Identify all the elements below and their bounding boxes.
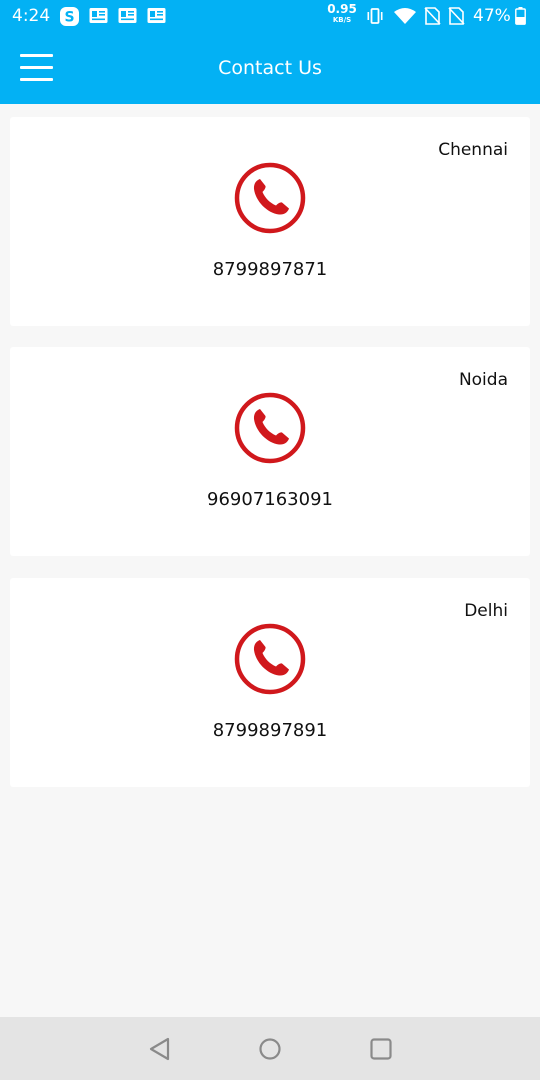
phone-call-icon[interactable] (234, 623, 306, 695)
contact-card-chennai: Chennai 8799897871 (10, 117, 530, 326)
contact-phone-number[interactable]: 8799897871 (10, 258, 530, 282)
home-icon[interactable] (256, 1035, 284, 1063)
battery-icon (515, 7, 526, 29)
skype-icon: S (60, 7, 79, 30)
contact-city: Delhi (464, 601, 508, 621)
contact-card-noida: Noida 96907163091 (10, 347, 530, 556)
navigation-bar (0, 1017, 540, 1080)
phone-call-icon[interactable] (234, 162, 306, 234)
no-sim-icon (448, 7, 465, 29)
wifi-icon (393, 7, 417, 29)
vibrate-icon (366, 7, 384, 29)
phone-call-icon[interactable] (234, 392, 306, 464)
svg-text:S: S (64, 10, 74, 26)
contact-city: Noida (458, 370, 508, 390)
app-bar: Contact Us (0, 32, 540, 104)
network-speed-unit: KB/S (332, 16, 352, 24)
back-icon[interactable] (146, 1035, 174, 1063)
network-speed-value: 0.95 (327, 2, 357, 16)
news-icon (89, 7, 108, 28)
news-icon (147, 7, 166, 28)
contact-phone-number[interactable]: 96907163091 (10, 488, 530, 512)
no-sim-icon (424, 7, 441, 29)
contact-city: Chennai (438, 140, 508, 160)
status-bar: 4:24 S 0.95 KB/S 47% (0, 0, 540, 32)
status-time: 4:24 (12, 6, 51, 26)
network-speed: 0.95 KB/S (326, 2, 358, 25)
battery-percent: 47% (473, 6, 511, 26)
contact-phone-number[interactable]: 8799897891 (10, 719, 530, 743)
news-icon (118, 7, 137, 28)
page-title: Contact Us (218, 57, 322, 79)
contact-card-delhi: Delhi 8799897891 (10, 578, 530, 787)
recents-icon[interactable] (367, 1035, 395, 1063)
